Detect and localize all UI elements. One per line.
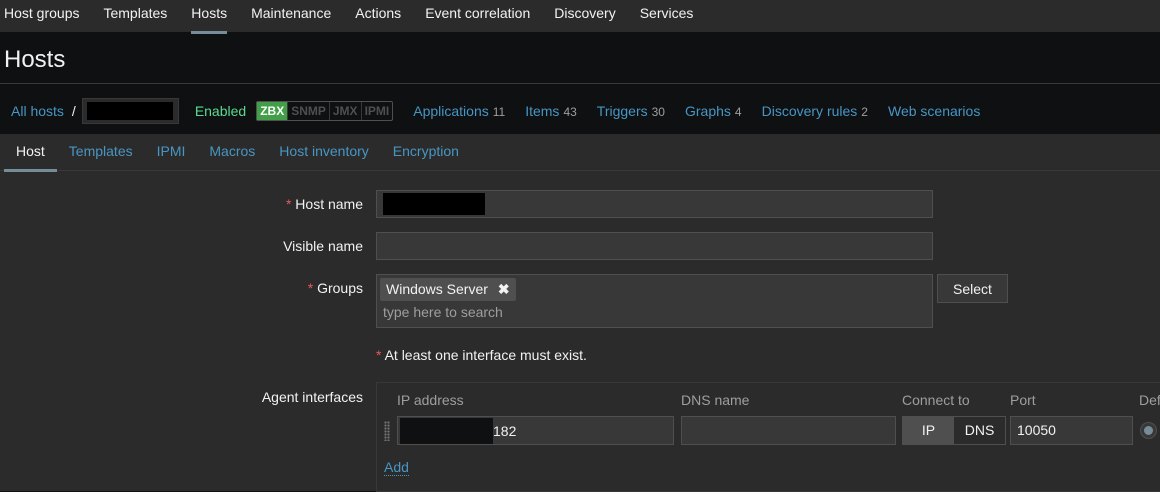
groups-search-input[interactable]: type here to search [383, 304, 503, 320]
agent-interfaces-table: IP address DNS name Connect to Port Def … [376, 382, 1160, 492]
count: 4 [735, 105, 742, 119]
tab-host-inventory[interactable]: Host inventory [267, 134, 380, 171]
nav-event-correlation[interactable]: Event correlation [425, 0, 530, 32]
nav-hosts[interactable]: Hosts [191, 0, 227, 32]
host-name-label: * Host name [286, 196, 363, 212]
web-scenarios-link[interactable]: Web scenarios [888, 103, 980, 119]
tab-ipmi[interactable]: IPMI [145, 134, 198, 171]
count: 2 [861, 105, 868, 119]
required-mark: * [286, 196, 291, 212]
tab-encryption[interactable]: Encryption [381, 134, 471, 171]
nav-maintenance[interactable]: Maintenance [251, 0, 331, 32]
note-text: At least one interface must exist. [385, 347, 587, 363]
host-name-input[interactable] [376, 190, 933, 218]
port-input[interactable]: 10050 [1010, 416, 1133, 445]
triggers-link[interactable]: Triggers 30 [597, 103, 665, 119]
nav-discovery[interactable]: Discovery [554, 0, 615, 32]
connect-ip-button[interactable]: IP [903, 417, 954, 444]
label-text: Host name [295, 196, 363, 212]
discovery-rules-link[interactable]: Discovery rules2 [762, 103, 868, 119]
tabs: Host Templates IPMI Macros Host inventor… [0, 134, 1160, 171]
applications-link[interactable]: Applications 11 [413, 103, 505, 119]
badge-zbx: ZBX [257, 102, 287, 120]
status-enabled[interactable]: Enabled [195, 103, 246, 119]
ip-header: IP address [397, 392, 464, 408]
count: 30 [652, 105, 665, 119]
drag-handle-icon[interactable] [384, 421, 390, 441]
redacted-host [87, 102, 173, 120]
current-host-crumb[interactable] [82, 98, 179, 124]
connect-header: Connect to [902, 392, 970, 408]
remove-icon[interactable]: ✖ [498, 281, 510, 297]
badge-jmx: JMX [329, 102, 361, 120]
interface-note: * At least one interface must exist. [376, 347, 587, 363]
all-hosts-link[interactable]: All hosts [11, 103, 64, 119]
nav-actions[interactable]: Actions [355, 0, 401, 32]
label: Applications [413, 103, 489, 119]
default-header: Def [1139, 392, 1160, 408]
availability-badges: ZBX SNMP JMX IPMI [256, 101, 393, 121]
nav-templates[interactable]: Templates [103, 0, 167, 32]
page-title: Hosts [4, 46, 65, 74]
agent-interfaces-label: Agent interfaces [262, 389, 363, 405]
tab-templates[interactable]: Templates [57, 134, 145, 171]
tab-macros[interactable]: Macros [197, 134, 267, 171]
ip-suffix: 182 [493, 423, 516, 439]
groups-multiselect[interactable]: Windows Server ✖ type here to search [376, 274, 933, 328]
divider [0, 83, 1160, 84]
label: Items [525, 103, 559, 119]
count: 11 [493, 105, 505, 119]
required-mark: * [376, 347, 381, 363]
badge-snmp: SNMP [287, 102, 329, 120]
ip-address-input[interactable]: 182 [397, 416, 674, 445]
tab-host[interactable]: Host [4, 134, 57, 171]
add-interface-link[interactable]: Add [384, 459, 409, 476]
chip-label: Windows Server [386, 281, 488, 297]
graphs-link[interactable]: Graphs 4 [685, 103, 742, 119]
visible-name-input[interactable] [376, 232, 933, 260]
label: Graphs [685, 103, 731, 119]
badge-ipmi: IPMI [361, 102, 393, 120]
connect-to-toggle: IP DNS [902, 416, 1006, 445]
top-navigation: Host groups Templates Hosts Maintenance … [0, 0, 1160, 32]
label: Triggers [597, 103, 648, 119]
nav-host-groups[interactable]: Host groups [4, 0, 79, 32]
group-chip: Windows Server ✖ [380, 278, 516, 301]
host-form-panel: Host Templates IPMI Macros Host inventor… [0, 134, 1160, 491]
redacted-ip [400, 418, 493, 444]
connect-dns-button[interactable]: DNS [954, 417, 1005, 444]
dns-name-input[interactable] [681, 416, 896, 445]
select-groups-button[interactable]: Select [937, 274, 1008, 303]
nav-services[interactable]: Services [640, 0, 694, 32]
default-radio[interactable] [1140, 422, 1157, 439]
port-header: Port [1010, 392, 1036, 408]
redacted-host-name [383, 193, 485, 215]
label: Discovery rules [762, 103, 858, 119]
count: 43 [563, 105, 576, 119]
breadcrumb-separator: / [72, 103, 76, 119]
groups-label: * Groups [308, 280, 363, 296]
items-link[interactable]: Items 43 [525, 103, 577, 119]
dns-header: DNS name [681, 392, 749, 408]
required-mark: * [308, 280, 313, 296]
visible-name-label: Visible name [283, 238, 363, 254]
breadcrumb: All hosts / Enabled ZBX SNMP JMX IPMI Ap… [11, 97, 980, 124]
label: Web scenarios [888, 103, 980, 119]
label-text: Groups [317, 280, 363, 296]
